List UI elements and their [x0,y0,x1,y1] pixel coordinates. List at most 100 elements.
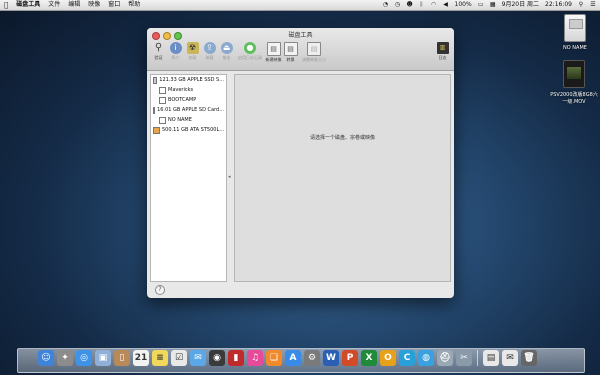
itunes-icon[interactable]: ♫ [247,350,263,366]
resize-image-button[interactable]: ▤ 调整映像大小 [299,40,329,63]
downloads-stack-icon[interactable]: ✉ [502,350,518,366]
toolbar: ⚲ 验证 i 简介 ☢ 刻录 ⇪ 装载 ⏏ 推出 ● 启用日志记录 ▤ 新建映像… [150,40,451,66]
disk-list[interactable]: 121.33 GB APPLE SSD S... Mavericks BOOTC… [150,74,227,282]
menu-help[interactable]: 帮助 [128,0,140,10]
documents-stack-icon[interactable]: ▤ [483,350,499,366]
notes-icon[interactable]: ≡ [152,350,168,366]
preview-icon[interactable]: ▣ [95,350,111,366]
menubar-time[interactable]: 22:16:09 [545,0,572,10]
log-button[interactable]: ▥ 日志 [434,40,451,61]
launchpad-icon[interactable]: ✦ [57,350,73,366]
trash-icon[interactable]: 🗑 [521,350,537,366]
calendar-icon[interactable]: 21 [133,350,149,366]
spotlight-icon[interactable]: ⚲ [578,2,584,8]
disk-utility-icon[interactable]: ⛑ [437,350,453,366]
ibooks-icon[interactable]: ❏ [266,350,282,366]
verify-button[interactable]: ⚲ 验证 [150,40,167,61]
qq-icon[interactable]: C [399,350,415,366]
contacts-icon[interactable]: ▯ [114,350,130,366]
volume-icon[interactable]: ◀ [443,2,449,8]
detail-pane: 请选择一个磁盘、宗卷或映像 [234,74,451,282]
finder-icon[interactable]: ☺ [38,350,54,366]
toolbar-label: 验证 [154,55,163,60]
convert-button[interactable]: ▤ 转换 [282,40,299,63]
photobooth-icon[interactable]: ▮ [228,350,244,366]
clock-status-icon[interactable]: ◷ [395,2,401,8]
burn-button[interactable]: ☢ 刻录 [184,40,201,61]
disk-item[interactable]: 500.11 GB ATA ST500L... [151,125,226,135]
movie-file-icon [563,60,585,88]
battery-icon[interactable]: ▭ [478,2,484,8]
browser-icon[interactable]: ◍ [418,350,434,366]
removable-drive-icon [564,14,586,42]
apple-menu-icon[interactable]:  [4,0,8,10]
desktop-volume-no-name[interactable]: NO NAME [553,14,597,51]
user-status-icon[interactable]: ☻ [407,2,413,8]
powerpoint-icon[interactable]: P [342,350,358,366]
toolbar-label: 新建映像 [265,57,282,62]
mount-button[interactable]: ⇪ 装载 [201,40,218,61]
volume-label: NO NAME [168,117,192,123]
empty-selection-message: 请选择一个磁盘、宗卷或映像 [309,135,375,141]
drive-status-icon[interactable]: ◔ [383,2,389,8]
utility-tools-icon[interactable]: ✂ [456,350,472,366]
menu-bar:  磁盘工具 文件 编辑 映像 窗口 帮助 ◔ ◷ ☻ ᛒ ◠ ◀ 100% ▭… [0,0,600,11]
volume-item[interactable]: BOOTCAMP [151,95,226,105]
toolbar-label: 推出 [222,55,231,60]
external-disk-icon [153,126,160,134]
appstore-icon[interactable]: A [285,350,301,366]
excel-icon[interactable]: X [361,350,377,366]
input-source-icon[interactable]: ▦ [490,2,496,8]
reminders-icon[interactable]: ☑ [171,350,187,366]
desktop-movie-file[interactable]: PSV2000改版8G8六一级.MOV [549,60,599,105]
volume-item[interactable]: NO NAME [151,115,226,125]
facetime-icon[interactable]: ◉ [209,350,225,366]
disk-label: 121.33 GB APPLE SSD S... [159,77,224,83]
preferences-icon[interactable]: ⚙ [304,350,320,366]
menubar-date[interactable]: 9月20日 周二 [502,0,539,10]
volume-icon [159,96,166,104]
disk-item[interactable]: 121.33 GB APPLE SSD S... [151,75,226,85]
messages-icon[interactable]: ✉ [190,350,206,366]
outlook-icon[interactable]: O [380,350,396,366]
eject-button[interactable]: ⏏ 推出 [218,40,235,61]
dock: ☺ ✦ ◎ ▣ ▯ 21 ≡ ☑ ✉ ◉ ▮ ♫ ❏ A ⚙ W P X O C ◍ ⛑ ✂ ▤ ✉ 🗑 [17,348,585,373]
volume-label: Mavericks [168,87,194,93]
battery-percent[interactable]: 100% [455,0,472,10]
sd-card-icon [153,106,156,114]
toolbar-label: 刻录 [188,55,197,60]
disk-item[interactable]: 16.01 GB APPLE SD Card... [151,105,226,115]
convert-image-icon: ▤ [283,42,298,56]
toolbar-label: 装载 [205,55,214,60]
desktop-icon-label: PSV2000改版8G8六一级.MOV [550,92,598,105]
menu-window[interactable]: 窗口 [108,0,120,10]
safari-icon[interactable]: ◎ [76,350,92,366]
app-menu[interactable]: 磁盘工具 [16,0,40,10]
help-button[interactable]: ? [155,285,165,295]
toolbar-label: 简介 [171,55,180,60]
mount-icon: ⇪ [203,42,216,54]
eject-icon: ⏏ [220,42,233,54]
burn-icon: ☢ [186,42,199,54]
split-view-handle[interactable]: ◂ [228,174,231,180]
info-button[interactable]: i 简介 [167,40,184,61]
menu-edit[interactable]: 编辑 [68,0,80,10]
new-image-button[interactable]: ▤ 新建映像 [265,40,282,63]
volume-icon [159,116,166,124]
wifi-icon[interactable]: ◠ [431,2,437,8]
resize-image-icon: ▤ [307,42,321,56]
enable-journaling-button[interactable]: ● 启用日志记录 [235,40,265,61]
menu-image[interactable]: 映像 [88,0,100,10]
volume-item[interactable]: Mavericks [151,85,226,95]
notification-center-icon[interactable]: ☰ [590,2,596,8]
disk-utility-window: 磁盘工具 ⚲ 验证 i 简介 ☢ 刻录 ⇪ 装载 ⏏ 推出 ● 启用日志记录 ▤… [147,28,454,298]
disk-label: 500.11 GB ATA ST500L... [161,127,224,133]
window-titlebar[interactable]: 磁盘工具 ⚲ 验证 i 简介 ☢ 刻录 ⇪ 装载 ⏏ 推出 ● 启用日志记录 ▤… [147,28,454,71]
menu-file[interactable]: 文件 [48,0,60,10]
word-icon[interactable]: W [323,350,339,366]
volume-label: BOOTCAMP [168,97,197,103]
new-image-icon: ▤ [266,42,281,56]
microscope-icon: ⚲ [154,42,163,53]
journal-icon: ● [244,42,256,54]
bluetooth-icon[interactable]: ᛒ [419,2,425,8]
